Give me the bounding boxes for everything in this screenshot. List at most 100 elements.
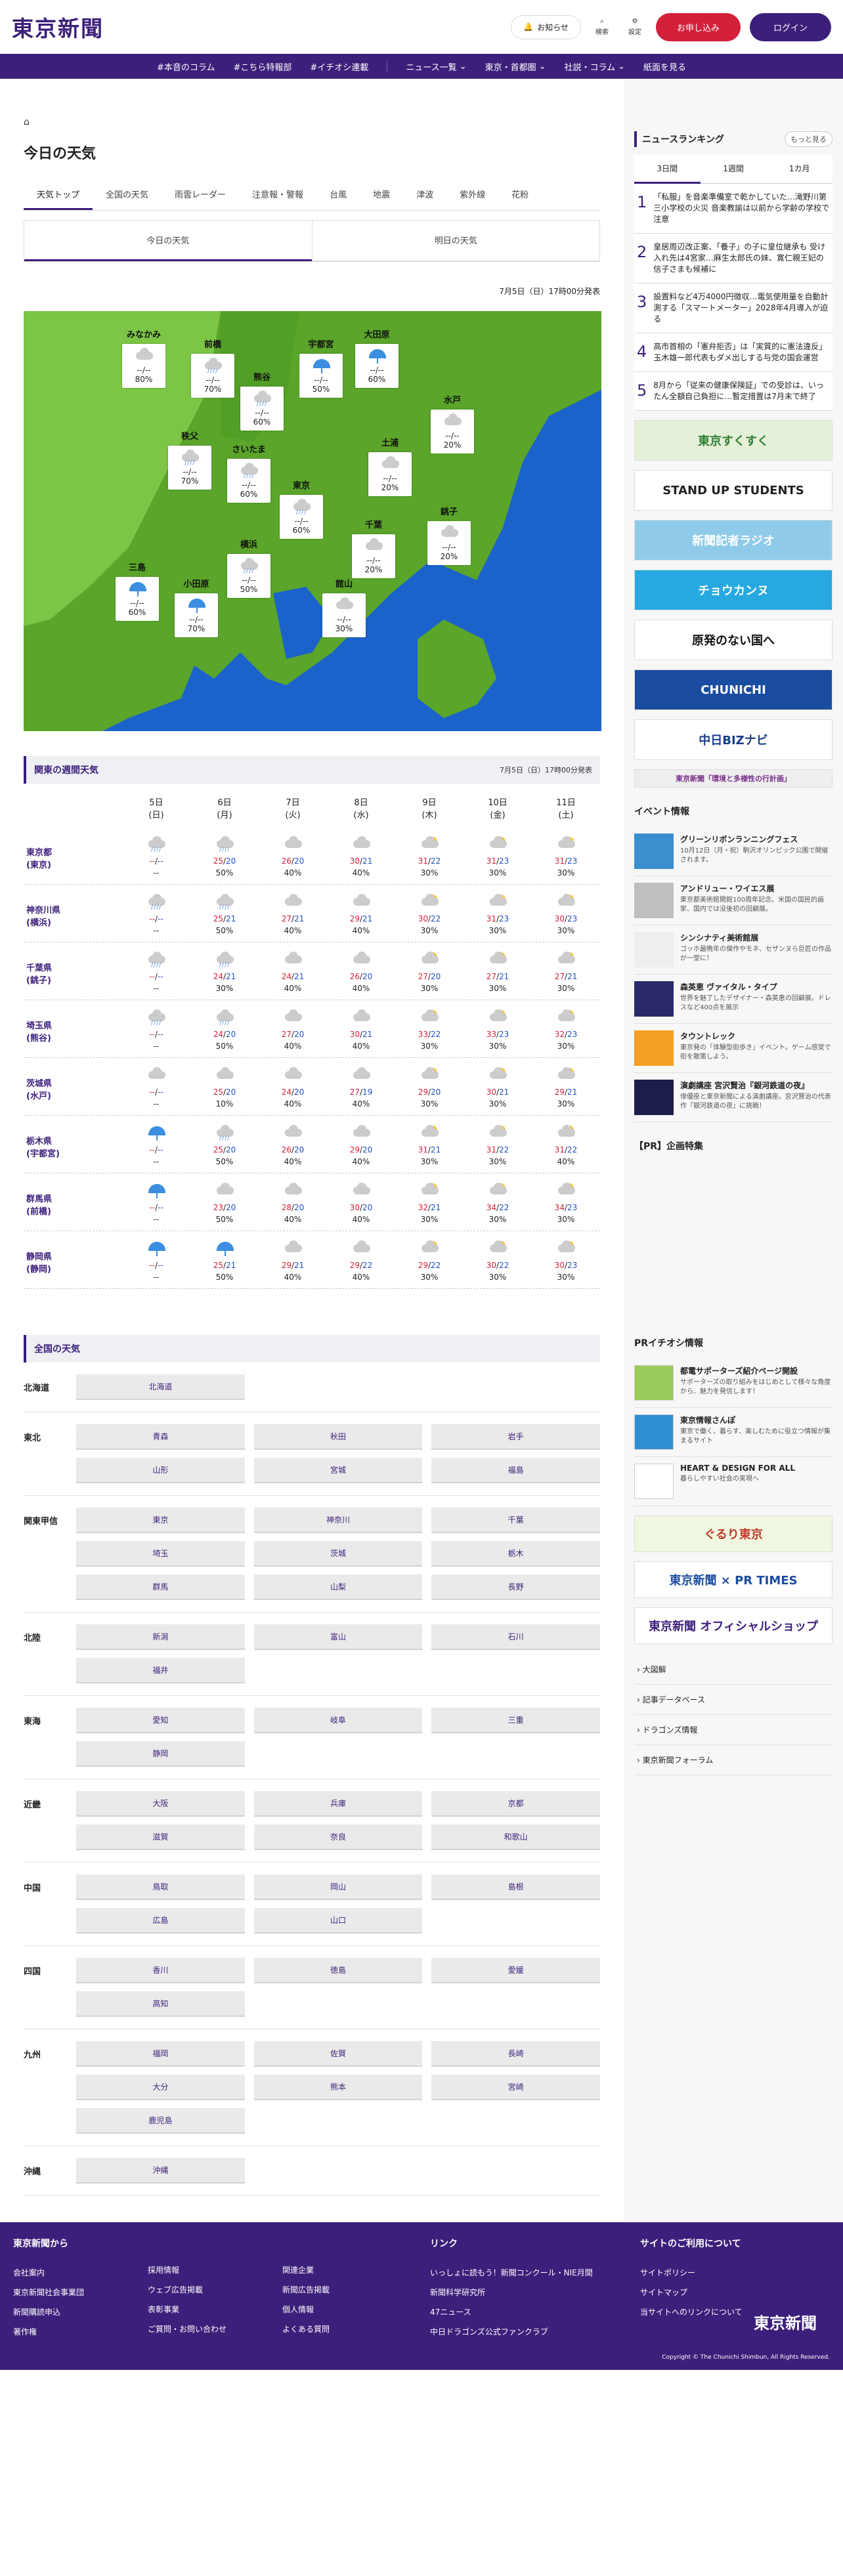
area-button[interactable]: 宮城: [253, 1458, 423, 1483]
area-button[interactable]: 愛媛: [431, 1958, 600, 1983]
event-item[interactable]: アンドリュー・ワイエス展 東京都美術館開館100周年記念。米国の国民的画家、国内で…: [634, 876, 832, 925]
area-button[interactable]: 群馬: [76, 1574, 245, 1600]
ad-banner[interactable]: 中日BIZナビ: [634, 719, 832, 760]
map-city[interactable]: 宇都宮 --/-- 50%: [299, 337, 343, 398]
area-button[interactable]: 埼玉: [76, 1541, 245, 1567]
area-button[interactable]: 岩手: [431, 1424, 600, 1450]
event-item[interactable]: シンシナティ美術館展 ゴッホ最晩年の傑作やモネ、セザンヌら巨匠の作品が一堂に！: [634, 925, 832, 975]
map-city[interactable]: 三島 --/-- 60%: [116, 560, 159, 621]
area-button[interactable]: 和歌山: [431, 1825, 600, 1850]
side-link[interactable]: › 記事データベース: [634, 1685, 832, 1715]
pref-name[interactable]: 栃木県 (宇都宮): [24, 1134, 122, 1159]
area-button[interactable]: 滋賀: [76, 1825, 245, 1850]
ad-banner[interactable]: 東京すくすく: [634, 420, 832, 461]
area-button[interactable]: 福島: [431, 1458, 600, 1483]
area-button[interactable]: 富山: [253, 1624, 423, 1650]
more-link[interactable]: もっと見る: [785, 131, 832, 147]
ranking-item[interactable]: 3 設置料など4万4000円徴収…電気使用量を自動計測する「スマートメーター」20…: [634, 284, 832, 333]
footer-link[interactable]: いっしょに読もう！新聞コンクール・NIE月間: [430, 2267, 640, 2278]
search-button[interactable]: ⌕ 検索: [590, 18, 614, 36]
area-button[interactable]: 高知: [76, 1991, 245, 2017]
pref-name[interactable]: 東京都 (東京): [24, 845, 122, 870]
pref-name[interactable]: 千葉県 (銚子): [24, 961, 122, 986]
event-item[interactable]: タウントレック 東京発の「体験型街歩き」イベント。ゲーム感覚で街を散策しよう。: [634, 1024, 832, 1073]
event-item[interactable]: グリーンリボンランニングフェス 10月12日（月・祝）駒沢オリンピック公園で開催さ…: [634, 827, 832, 876]
area-button[interactable]: 宮崎: [431, 2075, 600, 2100]
pref-name[interactable]: 埼玉県 (熊谷): [24, 1019, 122, 1044]
tab-1week[interactable]: 1週間: [700, 155, 767, 184]
area-button[interactable]: 熊本: [253, 2075, 423, 2100]
tab-3[interactable]: 注意報・警報: [239, 180, 316, 210]
area-button[interactable]: 徳島: [253, 1958, 423, 1983]
area-button[interactable]: 静岡: [76, 1741, 245, 1767]
map-city[interactable]: 小田原 --/-- 70%: [175, 577, 218, 637]
area-button[interactable]: 広島: [76, 1908, 245, 1933]
ad-banner[interactable]: チョウカンヌ: [634, 570, 832, 610]
subscribe-button[interactable]: お申し込み: [655, 12, 741, 41]
tab-1month[interactable]: 1カ月: [766, 155, 833, 184]
area-button[interactable]: 香川: [76, 1958, 245, 1983]
pref-name[interactable]: 群馬県 (前橋): [24, 1192, 122, 1217]
area-button[interactable]: 愛知: [76, 1708, 245, 1733]
pref-name[interactable]: 静岡県 (静岡): [24, 1250, 122, 1275]
ad-banner[interactable]: CHUNICHI: [634, 669, 832, 710]
nav-item[interactable]: 社説・コラム ⌄: [564, 60, 625, 73]
footer-link[interactable]: 関連企業: [282, 2264, 430, 2275]
ad-banner[interactable]: 原発のない国へ: [634, 620, 832, 660]
area-button[interactable]: 栃木: [431, 1541, 600, 1567]
area-button[interactable]: 島根: [431, 1874, 600, 1900]
area-button[interactable]: 京都: [431, 1791, 600, 1817]
footer-link[interactable]: 著作権: [13, 2326, 148, 2337]
footer-link[interactable]: 表彰事業: [148, 2304, 282, 2315]
area-button[interactable]: 東京: [76, 1508, 245, 1533]
area-button[interactable]: 沖縄: [76, 2158, 245, 2184]
map-city[interactable]: 館山 --/-- 30%: [322, 577, 366, 637]
tab-8[interactable]: 花粉: [498, 180, 542, 210]
map-city[interactable]: 前橋 ////--/-- 70%: [191, 337, 234, 398]
tab-3days[interactable]: 3日間: [634, 155, 701, 184]
map-city[interactable]: さいたま ////--/-- 60%: [227, 442, 270, 503]
area-button[interactable]: 岡山: [253, 1874, 423, 1900]
area-button[interactable]: 茨城: [253, 1541, 423, 1567]
ad-banner[interactable]: 東京新聞 オフィシャルショップ: [634, 1607, 832, 1644]
area-button[interactable]: 鳥取: [76, 1874, 245, 1900]
side-link[interactable]: › 大図解: [634, 1655, 832, 1685]
footer-link[interactable]: 会社案内: [13, 2267, 148, 2278]
ranking-item[interactable]: 1 「私服」を音楽準備室で乾かしていた…滝野川第三小学校の火災 音楽教諭は以前から…: [634, 184, 832, 234]
area-button[interactable]: 新潟: [76, 1624, 245, 1650]
area-button[interactable]: 奈良: [253, 1825, 423, 1850]
tab-6[interactable]: 津波: [403, 180, 446, 210]
tab-4[interactable]: 台風: [316, 180, 360, 210]
area-button[interactable]: 大分: [76, 2075, 245, 2100]
area-button[interactable]: 福井: [76, 1658, 245, 1683]
footer-link[interactable]: よくある質問: [282, 2323, 430, 2334]
map-city[interactable]: 土浦 --/-- 20%: [368, 436, 412, 496]
map-city[interactable]: 東京 ////--/-- 60%: [280, 478, 323, 539]
tab-2[interactable]: 雨雲レーダー: [162, 180, 239, 210]
ranking-item[interactable]: 5 8月から「従来の健康保険証」での受診は、いったん全額自己負担に…暫定措置は7月…: [634, 372, 832, 411]
map-city[interactable]: 秩父 ////--/-- 70%: [168, 429, 211, 490]
tab-tomorrow[interactable]: 明日の天気: [311, 221, 599, 261]
ad-banner[interactable]: 東京新聞 × PR TIMES: [634, 1561, 832, 1598]
nav-item[interactable]: 東京・首都圏 ⌄: [485, 60, 546, 73]
ranking-item[interactable]: 4 高市首相の「憲弁拒否」は「実質的に憲法違反」 玉木雄一郎代表もダメ出しする与党…: [634, 333, 832, 372]
nav-item[interactable]: 紙面を見る: [643, 60, 686, 73]
footer-link[interactable]: 47ニュース: [430, 2306, 640, 2317]
footer-link[interactable]: 新聞購読申込: [13, 2306, 148, 2317]
tab-1[interactable]: 全国の天気: [93, 180, 162, 210]
map-city[interactable]: 銚子 --/-- 20%: [427, 505, 471, 565]
area-button[interactable]: 秋田: [253, 1424, 423, 1450]
area-button[interactable]: 大阪: [76, 1791, 245, 1817]
side-link[interactable]: › ドラゴンズ情報: [634, 1715, 832, 1745]
tab-7[interactable]: 紫外線: [446, 180, 498, 210]
site-logo[interactable]: 東京新聞: [12, 11, 104, 43]
notification-button[interactable]: 🔔 お知らせ: [511, 14, 581, 39]
area-button[interactable]: 山梨: [253, 1574, 423, 1600]
ad-banner[interactable]: 東京新聞「環境と多様性の行計画」: [634, 769, 832, 788]
map-city[interactable]: 千葉 --/-- 20%: [352, 518, 395, 578]
footer-link[interactable]: 中日ドラゴンズ公式ファンクラブ: [430, 2326, 640, 2337]
pr-item[interactable]: HEART & DESIGN FOR ALL 暮らしやすい社会の実現へ: [634, 1457, 832, 1506]
tab-0[interactable]: 天気トップ: [24, 180, 93, 210]
area-button[interactable]: 福岡: [76, 2041, 245, 2067]
login-button[interactable]: ログイン: [749, 12, 831, 41]
